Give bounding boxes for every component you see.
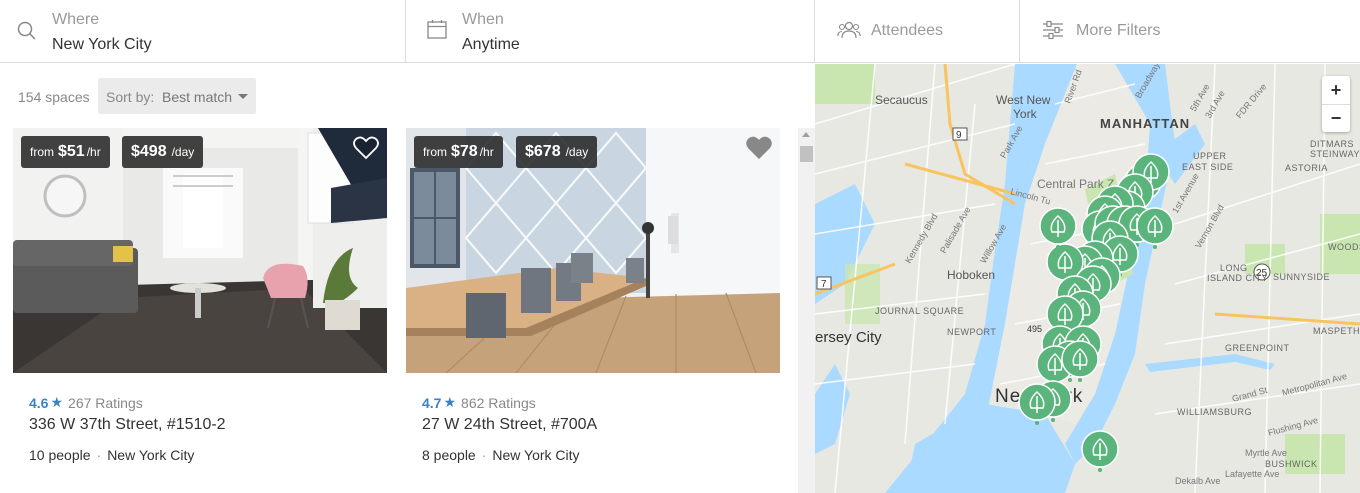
map-label-myrtle-ave: Myrtle Ave [1245,448,1287,458]
sort-value: Best match [162,89,233,105]
map[interactable]: 9 7 25 495 Secaucus West New York Hoboke… [815,64,1360,493]
price-from-label: from [30,145,54,159]
map-label-journal-square: JOURNAL SQUARE [875,306,964,316]
listing-address[interactable]: 27 W 24th Street, #700A [422,416,597,434]
map-label-lic-2: ISLAND CITY [1207,273,1268,283]
scrollbar-thumb[interactable] [800,146,813,162]
more-filters-label: More Filters [1076,22,1161,39]
map-label-bushwick: BUSHWICK [1265,459,1318,469]
map-label-hoboken: Hoboken [947,268,995,282]
map-label-maspeth: MASPETH [1313,326,1360,336]
map-label-west-new-york-2: York [1013,107,1038,121]
map-label-woods: WOODS [1328,242,1360,252]
chevron-down-icon [238,94,248,99]
map-label-greenpoint: GREENPOINT [1225,343,1290,353]
calendar-icon [427,19,447,44]
route-495-label: 495 [1027,324,1042,334]
city: New York City [492,447,580,463]
sort-dropdown[interactable]: Sort by: Best match [98,78,256,114]
map-label-manhattan: MANHATTAN [1100,116,1190,131]
rating-row: 4.6 ★ 267 Ratings [29,394,143,411]
city: New York City [107,447,195,463]
map-label-sunnyside: SUNNYSIDE [1273,272,1330,282]
rating-value: 4.6 [29,394,49,411]
listing-card[interactable]: from $51 /hr $498 /day 4.6 ★ 267 Ratings… [13,128,387,488]
when-value: Anytime [462,36,520,53]
map-label-dekalb-ave: Dekalb Ave [1175,476,1220,486]
attendees-filter[interactable]: Attendees [815,0,1020,63]
star-icon: ★ [443,394,457,410]
more-filters-button[interactable]: More Filters [1020,0,1360,63]
daily-price: $678 [525,143,561,160]
sort-label: Sort by: [106,89,155,105]
map-label-secaucus: Secaucus [875,93,928,107]
separator-dot: · [96,447,102,463]
map-label-central-park: Central Park Z [1037,177,1114,191]
daily-price: $498 [131,143,167,160]
price-from-label: from [423,145,447,159]
zoom-out-button[interactable]: − [1322,104,1350,132]
when-field[interactable]: When Anytime [406,0,815,63]
listing-card[interactable]: from $78 /hr $678 /day 4.7 ★ 862 Ratings… [406,128,780,488]
daily-unit: /day [565,145,589,159]
daily-unit: /day [171,145,195,159]
zoom-in-button[interactable]: + [1322,76,1350,104]
map-label-upper-east-side: UPPER [1193,151,1227,161]
hourly-unit: /hr [86,145,101,159]
ratings-count: 862 Ratings [461,394,536,411]
when-label: When [462,11,504,28]
listing-meta: 8 people · New York City [422,447,580,463]
attendees-label: Attendees [871,22,944,39]
separator-dot: · [481,447,487,463]
listing-address[interactable]: 336 W 37th Street, #1510-2 [29,416,226,434]
daily-price-badge: $678 /day [516,136,598,168]
map-label-lafayette-ave: Lafayette Ave [1225,469,1279,479]
search-icon [17,21,37,46]
sliders-icon [1042,20,1064,45]
star-icon: ★ [50,394,64,410]
capacity: 10 people [29,447,91,463]
scroll-up-arrow-icon[interactable] [802,132,810,137]
search-bar: Where New York City When Anytime Attende… [0,0,1360,63]
map-label-ditmars-2: STEINWAY [1310,149,1360,159]
map-label-astoria: ASTORIA [1285,163,1328,173]
map-label-ditmars: DITMARS [1310,139,1354,149]
hourly-unit: /hr [479,145,494,159]
listing-meta: 10 people · New York City [29,447,194,463]
where-label: Where [52,11,100,28]
listing-photo[interactable]: from $51 /hr $498 /day [13,128,387,373]
people-icon [837,20,861,45]
where-value: New York City [52,36,152,53]
map-label-jersey-city: ersey City [815,329,882,346]
hourly-price: $51 [58,143,85,160]
route-7-label: 7 [821,279,827,290]
heart-icon[interactable] [353,136,379,165]
map-label-williamsburg: WILLIAMSBURG [1177,407,1252,417]
rating-row: 4.7 ★ 862 Ratings [422,394,536,411]
hourly-price-badge: from $78 /hr [414,136,503,168]
map-label-upper-east-side-2: EAST SIDE [1182,162,1233,172]
daily-price-badge: $498 /day [122,136,204,168]
zoom-controls: + − [1322,76,1350,132]
results-count: 154 spaces [18,89,90,105]
rating-value: 4.7 [422,394,442,411]
list-scrollbar[interactable] [798,128,815,493]
map-label-lic: LONG [1220,263,1248,273]
listing-photo[interactable]: from $78 /hr $678 /day [406,128,780,373]
map-label-newport: NEWPORT [947,327,996,337]
hourly-price-badge: from $51 /hr [21,136,110,168]
heart-icon[interactable] [746,136,772,165]
ratings-count: 267 Ratings [68,394,143,411]
capacity: 8 people [422,447,476,463]
where-field[interactable]: Where New York City [0,0,406,63]
hourly-price: $78 [451,143,478,160]
map-label-west-new-york: West New [996,93,1051,107]
route-9-label: 9 [956,130,962,141]
